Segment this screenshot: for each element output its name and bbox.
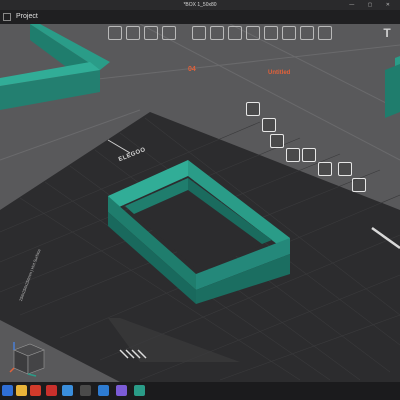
cut-icon[interactable] — [246, 26, 260, 40]
settings-plate-icon[interactable] — [302, 148, 316, 162]
edit-plate-icon[interactable] — [352, 178, 366, 192]
windows-start-icon[interactable] — [2, 385, 13, 396]
orient-icon[interactable] — [144, 26, 158, 40]
arrange-icon[interactable] — [126, 26, 140, 40]
plate-number: 04 — [188, 66, 196, 73]
calc-icon[interactable] — [80, 385, 91, 396]
seam-icon[interactable] — [282, 26, 296, 40]
close-plate-icon[interactable] — [246, 102, 260, 116]
slicer-icon[interactable] — [134, 385, 145, 396]
window-controls[interactable]: — ▢ ✕ — [349, 0, 396, 10]
app-icon[interactable] — [30, 385, 41, 396]
os-taskbar — [0, 382, 400, 400]
pdf-icon[interactable] — [46, 385, 57, 396]
text-tool-icon[interactable]: T — [380, 26, 394, 40]
tab-project[interactable]: Project — [14, 12, 40, 22]
plate-name[interactable]: Untitled — [268, 70, 290, 76]
orient-plate-icon[interactable] — [262, 118, 276, 132]
paint-icon[interactable] — [318, 26, 332, 40]
scale-icon[interactable] — [228, 26, 242, 40]
top-toolbar — [108, 24, 180, 42]
scene-svg — [0, 23, 400, 382]
arrange-plate-icon[interactable] — [270, 134, 284, 148]
rotate-icon[interactable] — [210, 26, 224, 40]
app-menu-icon[interactable] — [3, 13, 11, 21]
menubar: Project — [0, 10, 400, 24]
3d-viewport[interactable] — [0, 23, 400, 382]
layout-icon[interactable] — [162, 26, 176, 40]
move-icon[interactable] — [192, 26, 206, 40]
filament-plate-icon[interactable] — [318, 162, 332, 176]
support-icon[interactable] — [264, 26, 278, 40]
explorer-icon[interactable] — [16, 385, 27, 396]
mail-icon[interactable] — [98, 385, 109, 396]
window-title: *BOX 1_50x80 — [183, 2, 217, 8]
measure-icon[interactable] — [300, 26, 314, 40]
video-icon[interactable] — [116, 385, 127, 396]
files-icon[interactable] — [62, 385, 73, 396]
top-toolbar-right — [192, 24, 336, 42]
link-plate-icon[interactable] — [338, 162, 352, 176]
lock-plate-icon[interactable] — [286, 148, 300, 162]
window-titlebar: *BOX 1_50x80 — ▢ ✕ — [0, 0, 400, 10]
add-plate-icon[interactable] — [108, 26, 122, 40]
